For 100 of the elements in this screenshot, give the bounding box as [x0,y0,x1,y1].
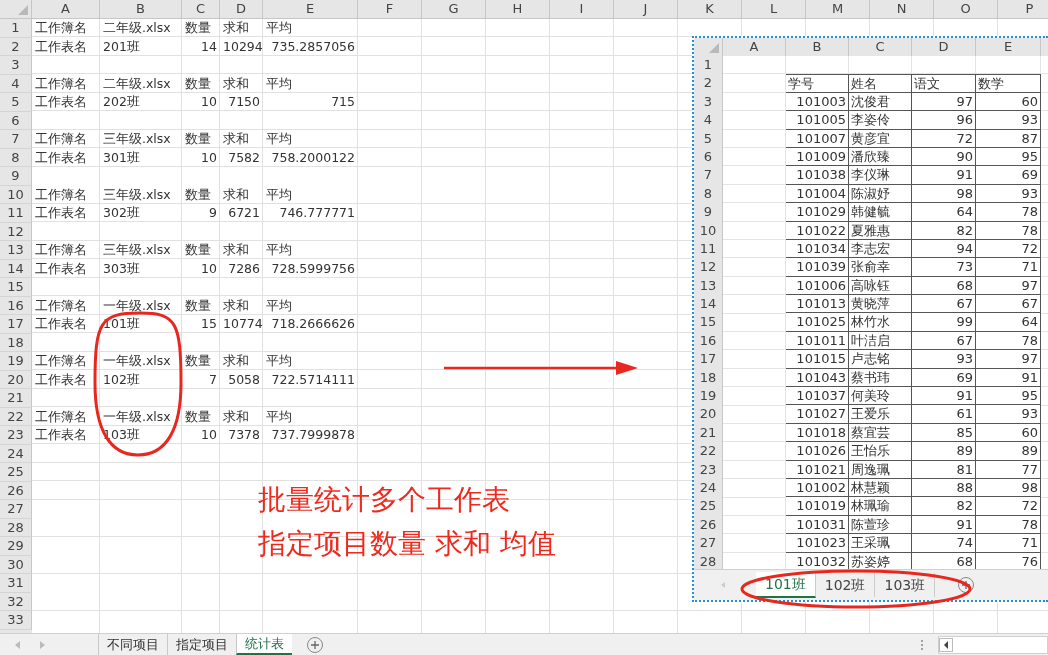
column-header[interactable]: N [870,0,934,18]
row-header[interactable]: 21 [0,389,32,408]
table-cell-text: 工作簿名 [34,74,88,93]
table-cell: 64 [912,203,976,222]
row-header[interactable]: 17 [0,315,32,334]
sheet-tab[interactable]: 不同项目 [98,634,167,655]
table-cell: 93 [912,350,976,369]
row-header[interactable]: 19 [0,352,32,371]
table-cell: 张俞幸 [849,258,912,277]
table-cell-text: 平均 [265,241,293,259]
annotation-text: 指定项目数量 求和 均值 [258,526,556,562]
table-cell-text: 数量 [184,352,212,370]
row-header[interactable]: 3 [0,56,32,75]
table-cell: 97 [976,350,1041,369]
table-cell-text: 求和 [222,185,250,204]
table-cell-text: 7 [208,370,218,389]
table-cell-text: 735.2857056 [270,37,356,56]
corner-triangle-icon [709,43,719,53]
table-cell-text: 10 [200,259,218,278]
table-cell-text: 5058 [227,370,261,389]
column-header[interactable]: H [486,0,550,18]
add-sheet-icon [957,576,976,594]
table-cell-text: 工作簿名 [34,296,88,315]
column-header[interactable]: O [934,0,998,18]
row-header[interactable]: 5 [0,93,32,112]
row-header[interactable]: 27 [0,500,32,519]
table-cell: 67 [912,295,976,314]
column-header[interactable]: A [32,0,100,18]
table-cell-text: 数量 [184,19,212,37]
table-cell-text: 工作簿名 [34,407,88,426]
column-header[interactable]: K [678,0,742,18]
table-cell: 101038 [786,166,849,185]
row-header[interactable]: 33 [0,611,32,630]
row-header[interactable]: 11 [0,204,32,223]
table-cell-text: 三年级.xlsx [102,185,172,204]
column-header[interactable]: L [742,0,806,18]
column-header[interactable]: I [550,0,614,18]
row-header[interactable]: 13 [0,241,32,260]
column-header[interactable]: P [998,0,1048,18]
table-cell-text: 平均 [265,352,293,370]
row-header[interactable]: 23 [0,426,32,445]
table-cell-text: 10774 [222,315,263,333]
column-header[interactable]: E [263,0,358,18]
table-cell: 72 [976,497,1041,516]
table-cell: 黄晓萍 [849,295,912,314]
table-cell: 91 [912,166,976,185]
table-cell-text: 10 [200,426,218,444]
row-header[interactable]: 1 [0,19,32,38]
table-cell-text: 715 [330,93,356,111]
table-cell: 101015 [786,350,849,369]
table-cell: 何美玲 [849,387,912,406]
table-cell: 学号 [786,74,849,93]
table-cell-text: 工作表名 [34,259,88,278]
row-header[interactable]: 29 [0,537,32,556]
table-cell-text: 求和 [222,19,250,37]
table-cell: 数学 [976,74,1041,93]
table-cell-text: 工作表名 [34,315,88,333]
embedded-spreadsheet[interactable] [692,36,1048,602]
table-cell-text: 737.7999878 [270,426,356,444]
horizontal-scrollbar[interactable] [938,635,1048,654]
table-cell: 71 [976,258,1041,277]
table-cell: 语文 [912,74,976,93]
scroll-left-icon[interactable] [939,637,953,652]
table-cell-text: 10 [200,93,218,111]
corner-triangle-icon[interactable] [18,5,28,15]
table-cell-text: 工作簿名 [34,241,88,259]
table-cell-text: 工作簿名 [34,130,88,148]
table-cell-text: 7582 [227,148,261,167]
row-header[interactable]: 15 [0,278,32,297]
table-cell: 林竹水 [849,313,912,332]
table-cell: 101026 [786,442,849,461]
table-cell-text: 数量 [184,74,212,93]
column-header[interactable]: F [358,0,422,18]
row-header[interactable]: 9 [0,167,32,186]
table-cell: 101039 [786,258,849,277]
table-cell-text: 15 [200,315,218,333]
column-header[interactable]: C [182,0,220,18]
table-cell: 69 [976,166,1041,185]
sheet-tab: 103班 [875,573,936,597]
column-header[interactable]: B [100,0,182,18]
column-header[interactable]: D [220,0,263,18]
row-header[interactable]: 7 [0,130,32,149]
table-cell-text: 平均 [265,185,293,204]
splitter-icon[interactable] [920,638,924,651]
table-cell-text: 10294 [222,37,263,56]
add-sheet-icon[interactable] [306,635,324,654]
table-cell: 78 [976,203,1041,222]
column-header[interactable]: M [806,0,870,18]
table-cell: 101037 [786,387,849,406]
row-header[interactable]: 25 [0,463,32,482]
column-header[interactable]: J [614,0,678,18]
table-cell-text: 758.2000122 [270,148,356,167]
table-cell-text: 14 [200,37,218,56]
sheet-tab[interactable]: 统计表 [236,634,292,655]
table-cell-text: 三年级.xlsx [102,130,172,148]
column-header[interactable]: G [422,0,486,18]
table-cell-text: 一年级.xlsx [102,407,172,426]
table-cell: 74 [912,534,976,553]
row-header[interactable]: 31 [0,574,32,593]
table-cell: 91 [912,387,976,406]
